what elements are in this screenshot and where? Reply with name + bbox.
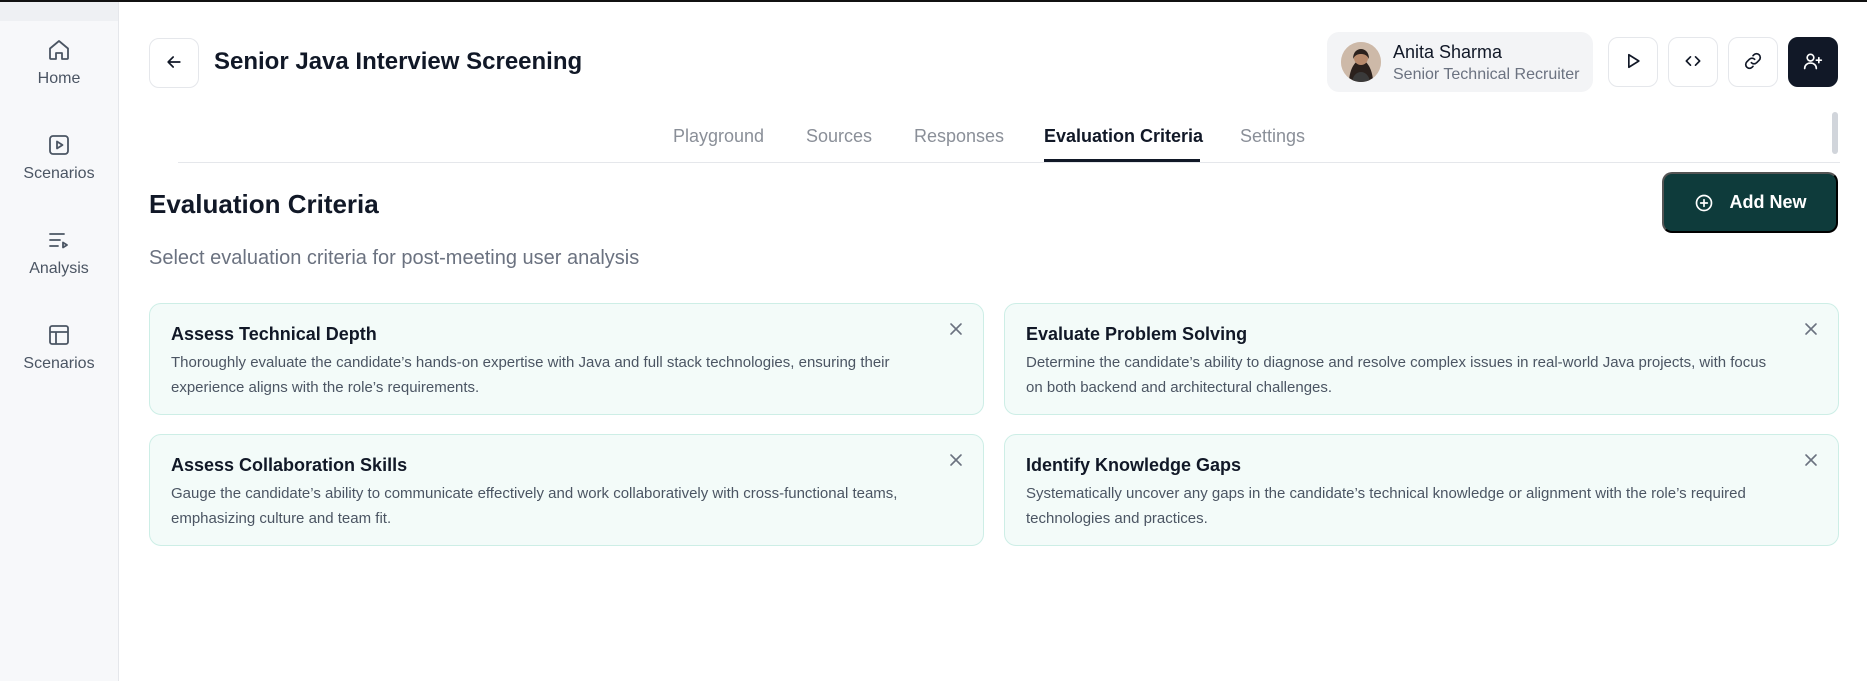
criteria-description: Gauge the candidate’s ability to communi… (171, 485, 898, 527)
tab-settings[interactable]: Settings (1240, 126, 1305, 147)
sidebar-item-scenarios-2[interactable]: Scenarios (0, 321, 118, 391)
sidebar: Home Scenarios Analysis Scenarios (0, 2, 119, 681)
link-icon (1743, 51, 1763, 74)
run-button[interactable] (1608, 37, 1658, 87)
top-border (0, 0, 1867, 2)
tabs-divider (178, 162, 1840, 163)
layout-icon (45, 321, 73, 349)
tab-evaluation-criteria[interactable]: Evaluation Criteria (1044, 126, 1203, 147)
criteria-description: Thoroughly evaluate the candidate’s hand… (171, 354, 890, 396)
embed-code-button[interactable] (1668, 37, 1718, 87)
invite-user-button[interactable] (1788, 37, 1838, 87)
user-profile-card[interactable]: Anita Sharma Senior Technical Recruiter (1327, 32, 1593, 92)
criteria-card: Assess Collaboration Skills Gauge the ca… (149, 434, 984, 546)
arrow-left-icon (164, 52, 184, 75)
section-subtitle: Select evaluation criteria for post-meet… (149, 247, 640, 269)
sidebar-item-scenarios[interactable]: Scenarios (0, 131, 118, 201)
page-title: Senior Java Interview Screening (214, 48, 583, 75)
criteria-title: Assess Technical Depth (171, 324, 377, 344)
list-play-icon (45, 226, 73, 254)
home-icon (45, 36, 73, 64)
criteria-description: Systematically uncover any gaps in the c… (1026, 485, 1746, 527)
avatar (1341, 42, 1381, 82)
plus-circle-icon (1693, 192, 1715, 214)
criteria-title: Identify Knowledge Gaps (1026, 455, 1242, 475)
sidebar-item-analysis[interactable]: Analysis (0, 226, 118, 296)
scrollbar-thumb[interactable] (1832, 112, 1838, 154)
user-plus-icon (1803, 51, 1823, 74)
criteria-card: Assess Technical Depth Thoroughly evalua… (149, 303, 984, 415)
section-title: Evaluation Criteria (149, 189, 379, 219)
profile-name: Anita Sharma (1393, 42, 1503, 62)
criteria-card: Identify Knowledge Gaps Systematically u… (1004, 434, 1839, 546)
sidebar-top-strip (0, 2, 118, 21)
profile-role: Senior Technical Recruiter (1393, 66, 1580, 83)
sidebar-item-label: Scenarios (23, 165, 95, 182)
sidebar-item-label: Home (37, 70, 81, 87)
close-icon[interactable] (1800, 449, 1822, 471)
close-icon[interactable] (945, 318, 967, 340)
add-new-button[interactable]: Add New (1662, 172, 1838, 233)
tab-responses[interactable]: Responses (914, 126, 1004, 147)
criteria-title: Evaluate Problem Solving (1026, 324, 1248, 344)
close-icon[interactable] (945, 449, 967, 471)
tab-playground[interactable]: Playground (673, 126, 764, 147)
code-icon (1683, 51, 1703, 74)
copy-link-button[interactable] (1728, 37, 1778, 87)
back-button[interactable] (149, 38, 199, 88)
criteria-description: Determine the candidate’s ability to dia… (1026, 354, 1767, 396)
sidebar-item-home[interactable]: Home (0, 36, 118, 106)
sidebar-item-label: Analysis (29, 260, 89, 277)
close-icon[interactable] (1800, 318, 1822, 340)
tab-sources[interactable]: Sources (806, 126, 872, 147)
criteria-title: Assess Collaboration Skills (171, 455, 408, 475)
play-square-icon (45, 131, 73, 159)
criteria-card: Evaluate Problem Solving Determine the c… (1004, 303, 1839, 415)
play-icon (1623, 51, 1643, 74)
sidebar-item-label: Scenarios (23, 355, 95, 372)
add-new-label: Add New (1729, 192, 1807, 212)
